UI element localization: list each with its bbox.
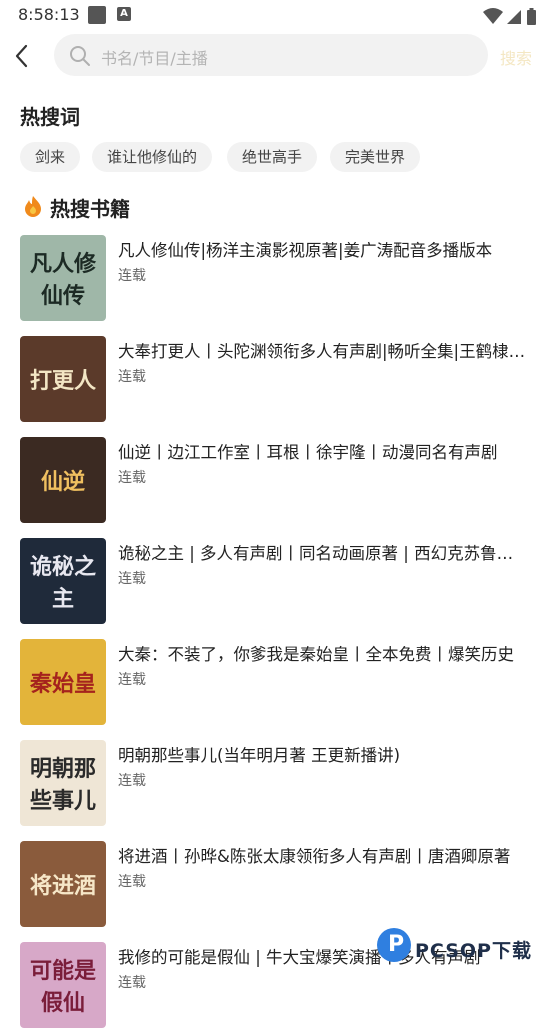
book-item[interactable]: 将进酒 将进酒丨孙晔&陈张太康领衔多人有声剧丨唐酒卿原著 连载 <box>0 841 553 927</box>
notification-square-icon <box>88 6 106 24</box>
book-status: 连载 <box>118 268 146 284</box>
book-status: 连载 <box>118 672 146 688</box>
status-bar: 8:58:13 A <box>0 0 553 32</box>
book-title: 仙逆丨边江工作室丨耳根丨徐宇隆丨动漫同名有声剧 <box>118 443 498 462</box>
book-title: 大奉打更人丨头陀渊领衔多人有声剧|畅听全集|王鹤棣主演影视原著 <box>118 342 528 361</box>
watermark-letter: P <box>388 932 405 957</box>
hot-books-title: 热搜书籍 <box>50 197 130 221</box>
hot-words-title: 热搜词 <box>20 105 80 129</box>
book-title: 将进酒丨孙晔&陈张太康领衔多人有声剧丨唐酒卿原著 <box>118 847 511 866</box>
book-cover: 秦始皇 <box>20 639 106 725</box>
book-status: 连载 <box>118 874 146 890</box>
book-status: 连载 <box>118 369 146 385</box>
wifi-icon <box>483 8 503 24</box>
book-cover: 将进酒 <box>20 841 106 927</box>
book-cover: 凡人修仙传 <box>20 235 106 321</box>
book-status: 连载 <box>118 773 146 789</box>
cover-title-art: 打更人 <box>29 368 96 394</box>
book-item[interactable]: 秦始皇 大秦：不装了，你爹我是秦始皇丨全本免费丨爆笑历史 连载 <box>0 639 553 725</box>
book-status: 连载 <box>118 571 146 587</box>
hot-word-chip[interactable]: 完美世界 <box>330 142 421 172</box>
notification-a-icon: A <box>117 7 131 21</box>
system-status-icons <box>481 6 541 30</box>
search-icon <box>69 45 91 71</box>
book-item[interactable]: 凡人修仙传 凡人修仙传|杨洋主演影视原著|姜广涛配音多播版本 连载 <box>0 235 553 321</box>
book-item[interactable]: 打更人 大奉打更人丨头陀渊领衔多人有声剧|畅听全集|王鹤棣主演影视原著 连载 <box>0 336 553 422</box>
book-cover: 诡秘之主 <box>20 538 106 624</box>
book-item[interactable]: 仙逆 仙逆丨边江工作室丨耳根丨徐宇隆丨动漫同名有声剧 连载 <box>0 437 553 523</box>
cover-title-art: 仙逆 <box>40 469 85 495</box>
cover-title-art: 诡秘之主 <box>29 554 96 612</box>
book-title: 大秦：不装了，你爹我是秦始皇丨全本免费丨爆笑历史 <box>118 645 514 664</box>
chevron-left-icon <box>15 44 28 68</box>
watermark-logo: P PCSOP下载 <box>375 928 550 978</box>
book-title: 凡人修仙传|杨洋主演影视原著|姜广涛配音多播版本 <box>118 241 493 260</box>
book-title: 诡秘之主 | 多人有声剧丨同名动画原著 | 西幻克苏鲁神作 <box>118 544 528 563</box>
book-title: 明朝那些事儿(当年明月著 王更新播讲) <box>118 746 401 765</box>
cover-title-art: 凡人修仙传 <box>29 251 96 309</box>
battery-icon <box>527 8 536 25</box>
book-cover: 可能是假仙 <box>20 942 106 1028</box>
cover-title-art: 明朝那些事儿 <box>29 756 96 814</box>
book-cover: 明朝那些事儿 <box>20 740 106 826</box>
status-time: 8:58:13 <box>18 5 80 24</box>
book-status: 连载 <box>118 975 146 991</box>
search-placeholder: 书名/节目/主播 <box>101 49 208 68</box>
signal-icon <box>507 10 521 24</box>
search-button[interactable]: 搜索 <box>500 45 532 69</box>
book-item[interactable]: 明朝那些事儿 明朝那些事儿(当年明月著 王更新播讲) 连载 <box>0 740 553 826</box>
back-button[interactable] <box>8 40 36 72</box>
hot-word-chip[interactable]: 绝世高手 <box>227 142 318 172</box>
hot-word-chip[interactable]: 剑来 <box>20 142 81 172</box>
cover-title-art: 可能是假仙 <box>29 958 96 1016</box>
book-cover: 打更人 <box>20 336 106 422</box>
cover-title-art: 秦始皇 <box>29 671 96 697</box>
book-item[interactable]: 诡秘之主 诡秘之主 | 多人有声剧丨同名动画原著 | 西幻克苏鲁神作 连载 <box>0 538 553 624</box>
book-cover: 仙逆 <box>20 437 106 523</box>
book-status: 连载 <box>118 470 146 486</box>
fire-icon <box>24 195 42 221</box>
cover-title-art: 将进酒 <box>29 873 96 899</box>
watermark-text: PCSOP下载 <box>415 940 532 962</box>
hot-word-chip[interactable]: 谁让他修仙的 <box>92 142 213 172</box>
search-input[interactable]: 书名/节目/主播 <box>54 34 488 76</box>
